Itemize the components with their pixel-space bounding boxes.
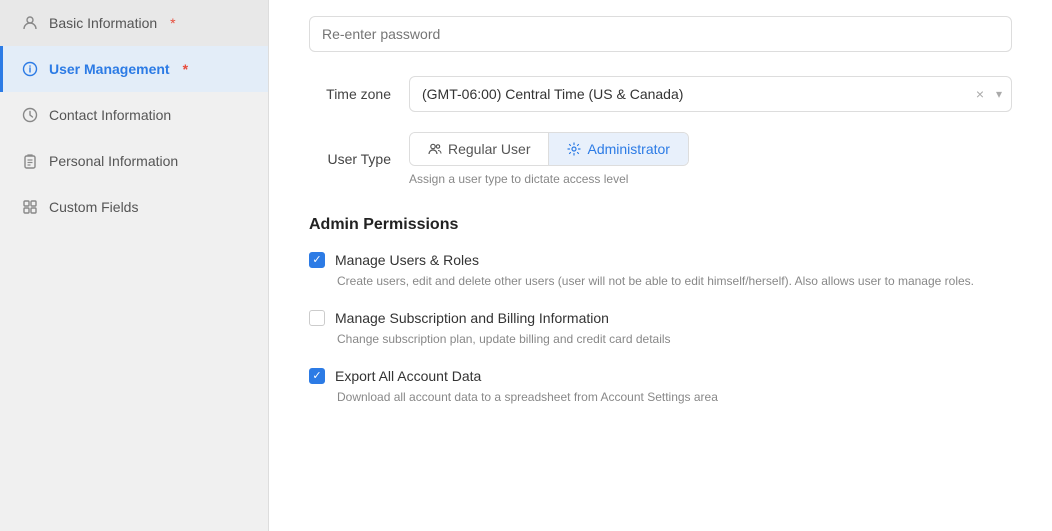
sidebar-item-personal-information[interactable]: Personal Information	[0, 138, 268, 184]
required-indicator-user-management: *	[183, 61, 188, 77]
sidebar-item-label-custom-fields: Custom Fields	[49, 199, 138, 215]
sidebar-item-custom-fields[interactable]: Custom Fields	[0, 184, 268, 230]
usertype-label: User Type	[309, 151, 409, 167]
permission-item-manage-subscription: Manage Subscription and Billing Informat…	[309, 310, 1012, 348]
main-content: Time zone (GMT-06:00) Central Time (US &…	[269, 0, 1052, 531]
checkbox-manage-users-roles[interactable]	[309, 252, 325, 268]
regular-user-label: Regular User	[448, 141, 530, 157]
sidebar-item-label-user-management: User Management	[49, 61, 170, 77]
usertype-row: User Type Regular User	[309, 132, 1012, 186]
checkbox-manage-subscription[interactable]	[309, 310, 325, 326]
reenter-password-container	[309, 0, 1012, 52]
sidebar-item-contact-information[interactable]: Contact Information	[0, 92, 268, 138]
timezone-select[interactable]: (GMT-06:00) Central Time (US & Canada)	[409, 76, 1012, 112]
reenter-password-input[interactable]	[309, 16, 1012, 52]
permission-header-manage-users-roles: Manage Users & Roles	[309, 252, 1012, 268]
grid-icon	[21, 198, 39, 216]
sidebar-item-label-basic-information: Basic Information	[49, 15, 157, 31]
usertype-button-group: Regular User Administrator	[409, 132, 689, 166]
permission-item-export-data: Export All Account Data Download all acc…	[309, 368, 1012, 406]
sidebar: Basic Information * User Management * Co…	[0, 0, 269, 531]
sidebar-item-label-personal-information: Personal Information	[49, 153, 178, 169]
timezone-label: Time zone	[309, 86, 409, 102]
required-indicator-basic: *	[170, 15, 175, 31]
permission-desc-manage-users-roles: Create users, edit and delete other user…	[337, 272, 1012, 290]
clipboard-icon	[21, 152, 39, 170]
administrator-label: Administrator	[587, 141, 669, 157]
admin-permissions-title: Admin Permissions	[309, 216, 1012, 234]
usertype-control: Regular User Administrator Assign a user…	[409, 132, 1012, 186]
timezone-row: Time zone (GMT-06:00) Central Time (US &…	[309, 76, 1012, 112]
person-icon	[21, 14, 39, 32]
permission-item-manage-users-roles: Manage Users & Roles Create users, edit …	[309, 252, 1012, 290]
sidebar-item-user-management[interactable]: User Management *	[0, 46, 268, 92]
administrator-button[interactable]: Administrator	[549, 133, 687, 165]
info-circle-icon	[21, 60, 39, 78]
permission-header-export-data: Export All Account Data	[309, 368, 1012, 384]
permission-label-export-data: Export All Account Data	[335, 368, 481, 384]
sidebar-item-label-contact-information: Contact Information	[49, 107, 171, 123]
gear-icon	[567, 142, 581, 156]
person-group-icon	[428, 142, 442, 156]
sidebar-item-basic-information[interactable]: Basic Information *	[0, 0, 268, 46]
timezone-select-wrapper: (GMT-06:00) Central Time (US & Canada) ×…	[409, 76, 1012, 112]
permission-label-manage-subscription: Manage Subscription and Billing Informat…	[335, 310, 609, 326]
clock-icon	[21, 106, 39, 124]
checkbox-export-data[interactable]	[309, 368, 325, 384]
usertype-hint: Assign a user type to dictate access lev…	[409, 172, 1012, 186]
permission-desc-export-data: Download all account data to a spreadshe…	[337, 388, 1012, 406]
permission-label-manage-users-roles: Manage Users & Roles	[335, 252, 479, 268]
regular-user-button[interactable]: Regular User	[410, 133, 549, 165]
permission-desc-manage-subscription: Change subscription plan, update billing…	[337, 330, 1012, 348]
permission-header-manage-subscription: Manage Subscription and Billing Informat…	[309, 310, 1012, 326]
timezone-clear-icon[interactable]: ×	[976, 86, 984, 102]
